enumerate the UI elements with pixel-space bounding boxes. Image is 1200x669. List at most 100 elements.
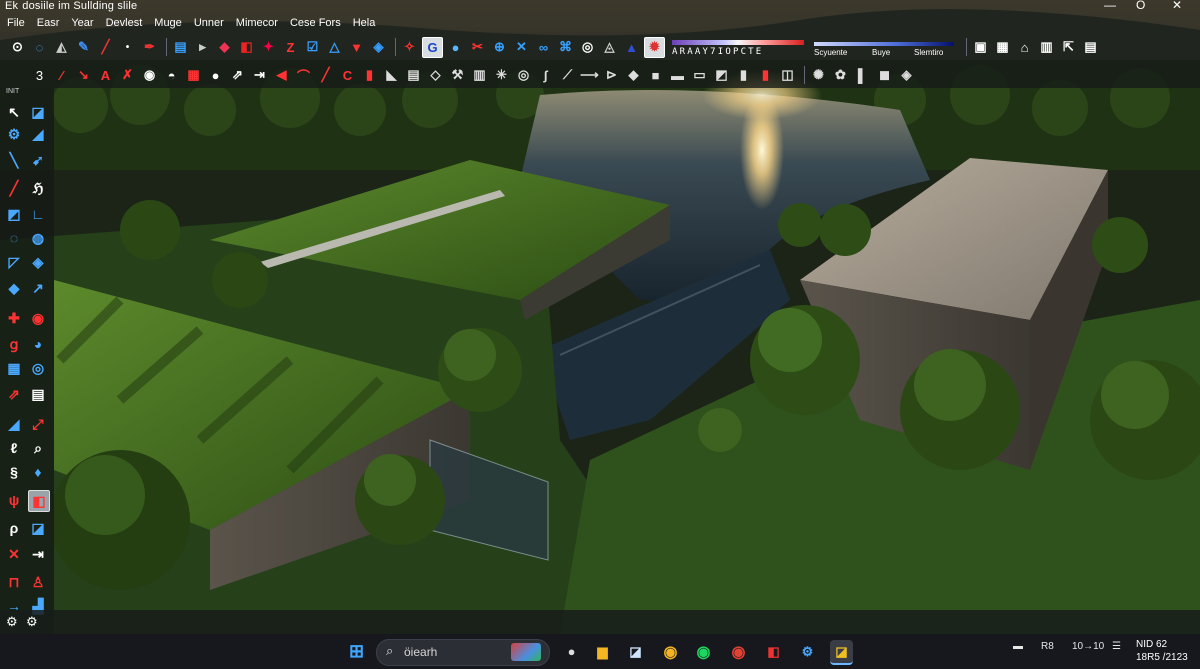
sun-icon[interactable]: ✹ — [644, 36, 665, 58]
menu-edit[interactable]: Easr — [31, 17, 66, 29]
photo-icon[interactable]: ▦ — [993, 38, 1012, 57]
tray-wifi-icon[interactable]: ☰ — [1112, 641, 1121, 652]
link-icon[interactable]: ∞ — [534, 38, 553, 57]
columns-icon[interactable]: ▥ — [1037, 38, 1056, 57]
push-icon[interactable]: ⟶ — [580, 66, 599, 85]
look-icon[interactable]: ⤢ — [28, 414, 48, 434]
curve-icon[interactable]: ⌒ — [294, 66, 313, 85]
l-shape-icon[interactable]: ∟ — [28, 204, 48, 224]
flag-icon[interactable]: ◧ — [237, 38, 256, 57]
dimension-icon[interactable]: ◕ — [28, 334, 48, 354]
polygon-icon[interactable]: ◸ — [4, 252, 24, 272]
flower-icon[interactable]: ✿ — [831, 66, 850, 85]
building-icon[interactable]: ▮ — [360, 66, 379, 85]
push-pull-icon[interactable]: ◆ — [4, 278, 24, 298]
menu-view[interactable]: Year — [65, 17, 99, 29]
chrome-alt-icon[interactable]: ◉ — [727, 640, 750, 663]
rectangle-icon[interactable]: ◩ — [4, 204, 24, 224]
circle-icon[interactable]: ◌ — [4, 228, 24, 248]
draw-icon[interactable]: ➹ — [28, 150, 48, 170]
text-label-icon[interactable]: ▤ — [28, 384, 48, 404]
ruler-icon[interactable]: ◬ — [600, 38, 619, 57]
menu-extensions[interactable]: Mimecor — [230, 17, 284, 29]
delete-icon[interactable]: ✕ — [4, 544, 24, 564]
ruler2-icon[interactable]: ⊳ — [602, 66, 621, 85]
arrow-select-icon[interactable]: ↖ — [4, 102, 24, 122]
down-arrow-icon[interactable]: ▼ — [347, 38, 366, 57]
section-icon[interactable]: ψ — [4, 490, 24, 510]
home-icon[interactable]: ⌂ — [1015, 38, 1034, 57]
lasso-icon[interactable]: ρ — [4, 518, 24, 538]
zoom-icon[interactable]: Z — [281, 38, 300, 57]
gear-tool-icon[interactable]: ⚙ — [4, 124, 24, 144]
red-book-icon[interactable]: ▮ — [756, 66, 775, 85]
pin-icon[interactable]: ⇗ — [228, 66, 247, 85]
zoom-tool-icon[interactable]: ℓ — [4, 438, 24, 458]
g-icon[interactable]: G — [422, 36, 443, 58]
line-tool-icon[interactable]: ╱ — [316, 66, 335, 85]
dark-square-icon[interactable]: ◼ — [875, 66, 894, 85]
search-icon[interactable]: ⌕ — [28, 438, 48, 458]
grid-icon[interactable]: ▦ — [4, 358, 24, 378]
settings-app-icon[interactable]: ⚙ — [796, 640, 819, 663]
brick-icon[interactable]: ▦ — [184, 66, 203, 85]
hatch-icon[interactable]: ▤ — [404, 66, 423, 85]
shadow-ramp[interactable]: Scyuente Buye Slemtiro — [814, 36, 954, 58]
spiral-icon[interactable]: ◎ — [514, 66, 533, 85]
skip-icon[interactable]: ⇥ — [250, 66, 269, 85]
axes-icon[interactable]: ⇗ — [4, 384, 24, 404]
tray-status[interactable]: 10→10 — [1072, 641, 1104, 652]
pool-ball-icon[interactable]: ● — [206, 66, 225, 85]
circle-tool-icon[interactable]: ◉ — [140, 66, 159, 85]
cross-icon[interactable]: ✕ — [512, 38, 531, 57]
add-icon[interactable]: ✚ — [4, 308, 24, 328]
bridge-icon[interactable]: ⊓ — [4, 572, 24, 592]
wrench-icon[interactable]: ⚒ — [448, 66, 467, 85]
arc-tool-icon[interactable]: C — [338, 66, 357, 85]
clock[interactable]: NID 62 18R5 /2123 — [1136, 638, 1188, 664]
minimize-button[interactable]: — — [1104, 0, 1116, 12]
paint-bucket-icon[interactable]: ◢ — [28, 124, 48, 144]
barcode-icon[interactable]: ▮ — [734, 66, 753, 85]
blue-triangle-icon[interactable]: ▲ — [622, 38, 641, 57]
start-icon[interactable]: ⊞ — [345, 640, 368, 663]
dropdown-icon[interactable]: • — [118, 38, 137, 57]
pencil-icon[interactable]: ✎ — [74, 38, 93, 57]
tray-lang[interactable]: R8 — [1041, 641, 1054, 652]
menu-help[interactable]: Hela — [347, 17, 382, 29]
menu-draw[interactable]: Devlest — [100, 17, 149, 29]
check-icon[interactable]: ☑ — [303, 38, 322, 57]
menu-file[interactable]: File — [0, 17, 31, 29]
offset-icon[interactable]: ◈ — [28, 252, 48, 272]
image-icon[interactable]: ◪ — [28, 518, 48, 538]
layer-number[interactable]: 3 — [30, 66, 49, 85]
export-icon[interactable]: ⇱ — [1059, 38, 1078, 57]
select-tool-icon[interactable]: ⊙ — [8, 38, 27, 57]
maximize-button[interactable]: O — [1136, 0, 1145, 12]
hook-icon[interactable]: ʃ — [536, 66, 555, 85]
stack-icon[interactable]: ◆ — [624, 66, 643, 85]
close-button[interactable]: ✕ — [1172, 0, 1182, 12]
speaker-icon[interactable]: ◀ — [272, 66, 291, 85]
menu-camera[interactable]: Cese Fors — [284, 17, 347, 29]
person-icon[interactable]: ♙ — [28, 572, 48, 592]
paint-icon[interactable]: ╱ — [96, 38, 115, 57]
cube-frame-icon[interactable]: ◫ — [778, 66, 797, 85]
3d-viewport[interactable] — [0, 0, 1200, 634]
component-icon[interactable]: ◧ — [28, 490, 50, 512]
drop-icon[interactable]: ♦ — [28, 462, 48, 482]
text-tool-icon[interactable]: A — [96, 66, 115, 85]
bar-icon[interactable]: ▌ — [853, 66, 872, 85]
sphere-icon[interactable]: ● — [446, 38, 465, 57]
camera-icon[interactable]: ▣ — [971, 38, 990, 57]
line-icon[interactable]: ╲ — [4, 150, 24, 170]
pen-icon[interactable]: ✒ — [140, 38, 159, 57]
target-icon[interactable]: ◎ — [578, 38, 597, 57]
preferences-gear-icon[interactable]: ⚙ — [26, 614, 38, 630]
taskbar-search[interactable]: ⌕ öiearh — [376, 639, 550, 666]
diamond-icon[interactable]: ◈ — [369, 38, 388, 57]
chat-icon[interactable]: ● — [560, 640, 583, 663]
spotify-icon[interactable]: ◉ — [692, 640, 715, 663]
tape-icon[interactable]: ց — [4, 334, 24, 354]
scissors-icon[interactable]: ✗ — [118, 66, 137, 85]
